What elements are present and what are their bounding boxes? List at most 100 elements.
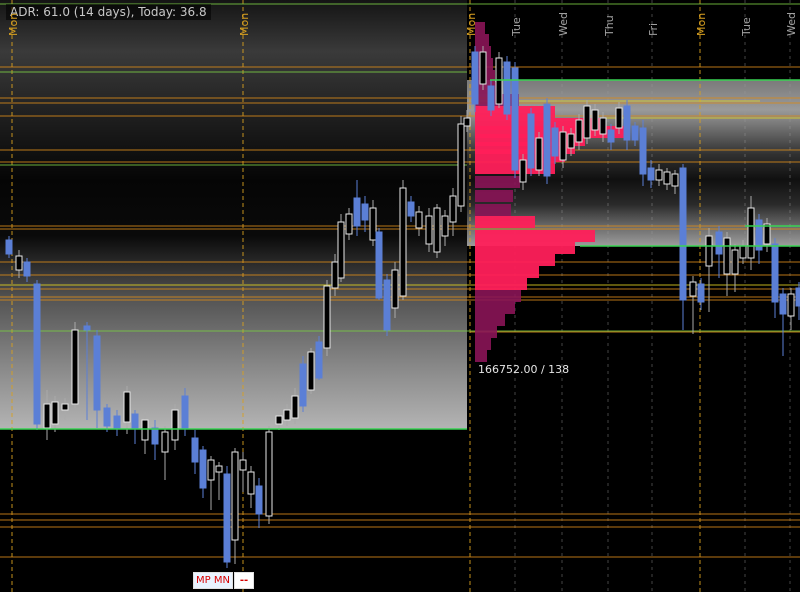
- candle-body: [113, 415, 121, 429]
- candle-body: [383, 279, 391, 331]
- candle-body: [123, 391, 131, 423]
- candle-body: [307, 351, 315, 391]
- candle-body: [583, 105, 591, 139]
- candle-body: [771, 243, 779, 303]
- candle-body: [425, 215, 433, 245]
- candle-body: [23, 261, 31, 277]
- candle-body: [151, 427, 159, 445]
- candle-body: [265, 431, 273, 517]
- volume-profile-bar: [475, 314, 505, 326]
- candle-body: [15, 255, 23, 271]
- candle-body: [723, 237, 731, 275]
- candle-body: [103, 407, 111, 427]
- candle-body: [5, 239, 13, 255]
- candle-body: [181, 395, 189, 429]
- candle-body: [131, 413, 139, 429]
- candle-body: [551, 127, 559, 157]
- candle-body: [337, 221, 345, 279]
- candle-body: [639, 127, 647, 175]
- candle-body: [231, 451, 239, 541]
- day-axis-label: Mon: [238, 12, 251, 36]
- candle-body: [715, 231, 723, 255]
- candle-body: [323, 285, 331, 349]
- candle-body: [663, 171, 671, 185]
- candle-body: [141, 419, 149, 441]
- candle-body: [299, 363, 307, 407]
- candle-body: [399, 187, 407, 297]
- candle-body: [433, 207, 441, 253]
- candle-body: [689, 281, 697, 297]
- candle-body: [615, 107, 623, 129]
- candle-body: [223, 473, 231, 563]
- volume-profile-bar: [475, 338, 491, 350]
- candle-body: [407, 201, 415, 217]
- candle-body: [255, 485, 263, 515]
- candle-body: [527, 113, 535, 169]
- price-chart[interactable]: [0, 0, 800, 592]
- candle-body: [655, 169, 663, 181]
- candle-body: [697, 283, 705, 303]
- candle-body: [415, 211, 423, 229]
- candle-body: [207, 459, 215, 481]
- volume-profile-bar: [475, 266, 539, 278]
- candle-body: [71, 329, 79, 405]
- candle-body: [591, 109, 599, 131]
- candle-body: [441, 215, 449, 237]
- candle-body: [191, 437, 199, 463]
- candle-body: [487, 85, 495, 111]
- volume-profile-bar: [475, 254, 555, 266]
- candle-body: [607, 129, 615, 143]
- candle-body: [215, 465, 223, 473]
- collapse-button[interactable]: --: [234, 572, 254, 589]
- day-axis-label: Tue: [510, 17, 523, 36]
- candle-body: [519, 159, 527, 183]
- candle-body: [239, 459, 247, 471]
- candle-body: [671, 173, 679, 187]
- candle-body: [291, 395, 299, 419]
- candle-body: [199, 449, 207, 489]
- adr-readout: ADR: 61.0 (14 days), Today: 36.8: [6, 4, 211, 20]
- candle-body: [479, 51, 487, 85]
- volume-profile-bar: [475, 242, 575, 254]
- day-axis-label: Thu: [603, 15, 616, 36]
- volume-profile-bar: [475, 350, 487, 362]
- candle-body: [535, 137, 543, 171]
- candle-body: [623, 105, 631, 141]
- candle-body: [331, 261, 339, 289]
- day-axis-label: Mon: [695, 12, 708, 36]
- candle-body: [599, 117, 607, 135]
- day-axis-label: Wed: [557, 12, 570, 36]
- candle-body: [495, 57, 503, 105]
- candle-body: [511, 67, 519, 171]
- volume-profile-bar: [475, 302, 515, 314]
- candle-body: [779, 293, 787, 315]
- candle-body: [345, 213, 353, 235]
- candle-body: [83, 325, 91, 331]
- candle-body: [631, 125, 639, 141]
- candle-body: [353, 197, 361, 227]
- volume-profile-bar: [475, 326, 497, 338]
- profile-band-week-1: [0, 0, 467, 429]
- candle-body: [647, 167, 655, 181]
- candle-body: [739, 245, 747, 259]
- candle-body: [567, 133, 575, 149]
- candle-body: [471, 51, 479, 105]
- market-profile-button[interactable]: MP MN: [193, 572, 233, 589]
- candle-body: [463, 117, 471, 127]
- candle-body: [375, 231, 383, 299]
- volume-profile-label: 166752.00 / 138: [478, 363, 570, 376]
- candle-body: [369, 207, 377, 241]
- candle-body: [43, 403, 51, 429]
- candle-body: [283, 409, 291, 421]
- volume-profile-bar: [475, 82, 499, 94]
- volume-profile-bar: [475, 204, 511, 216]
- candle-body: [787, 293, 795, 317]
- volume-profile-bar: [475, 290, 521, 302]
- candle-body: [763, 223, 771, 245]
- day-axis-label: Tue: [740, 17, 753, 36]
- candle-body: [449, 195, 457, 223]
- chart-area[interactable]: ADR: 61.0 (14 days), Today: 36.8 Mon Mon M…: [0, 0, 800, 592]
- day-axis-label: Mon: [465, 12, 478, 36]
- volume-profile-bar: [475, 230, 595, 242]
- candle-body: [61, 403, 69, 411]
